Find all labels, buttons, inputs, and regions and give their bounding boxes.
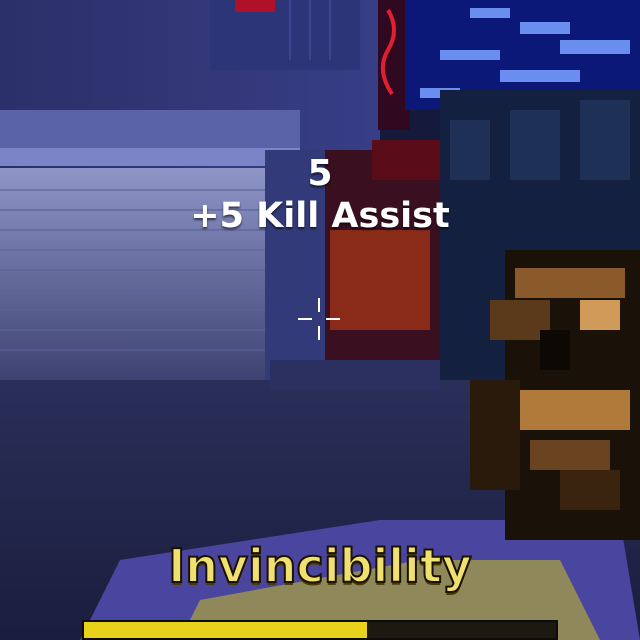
- score-counter: 5: [307, 153, 333, 194]
- powerup-label: Invincibility: [167, 538, 473, 594]
- kill-assist-message: +5 Kill Assist: [190, 196, 450, 236]
- powerup-timer-bar: [82, 620, 558, 640]
- crosshair-icon: [298, 298, 340, 340]
- powerup-timer-fill: [84, 622, 368, 638]
